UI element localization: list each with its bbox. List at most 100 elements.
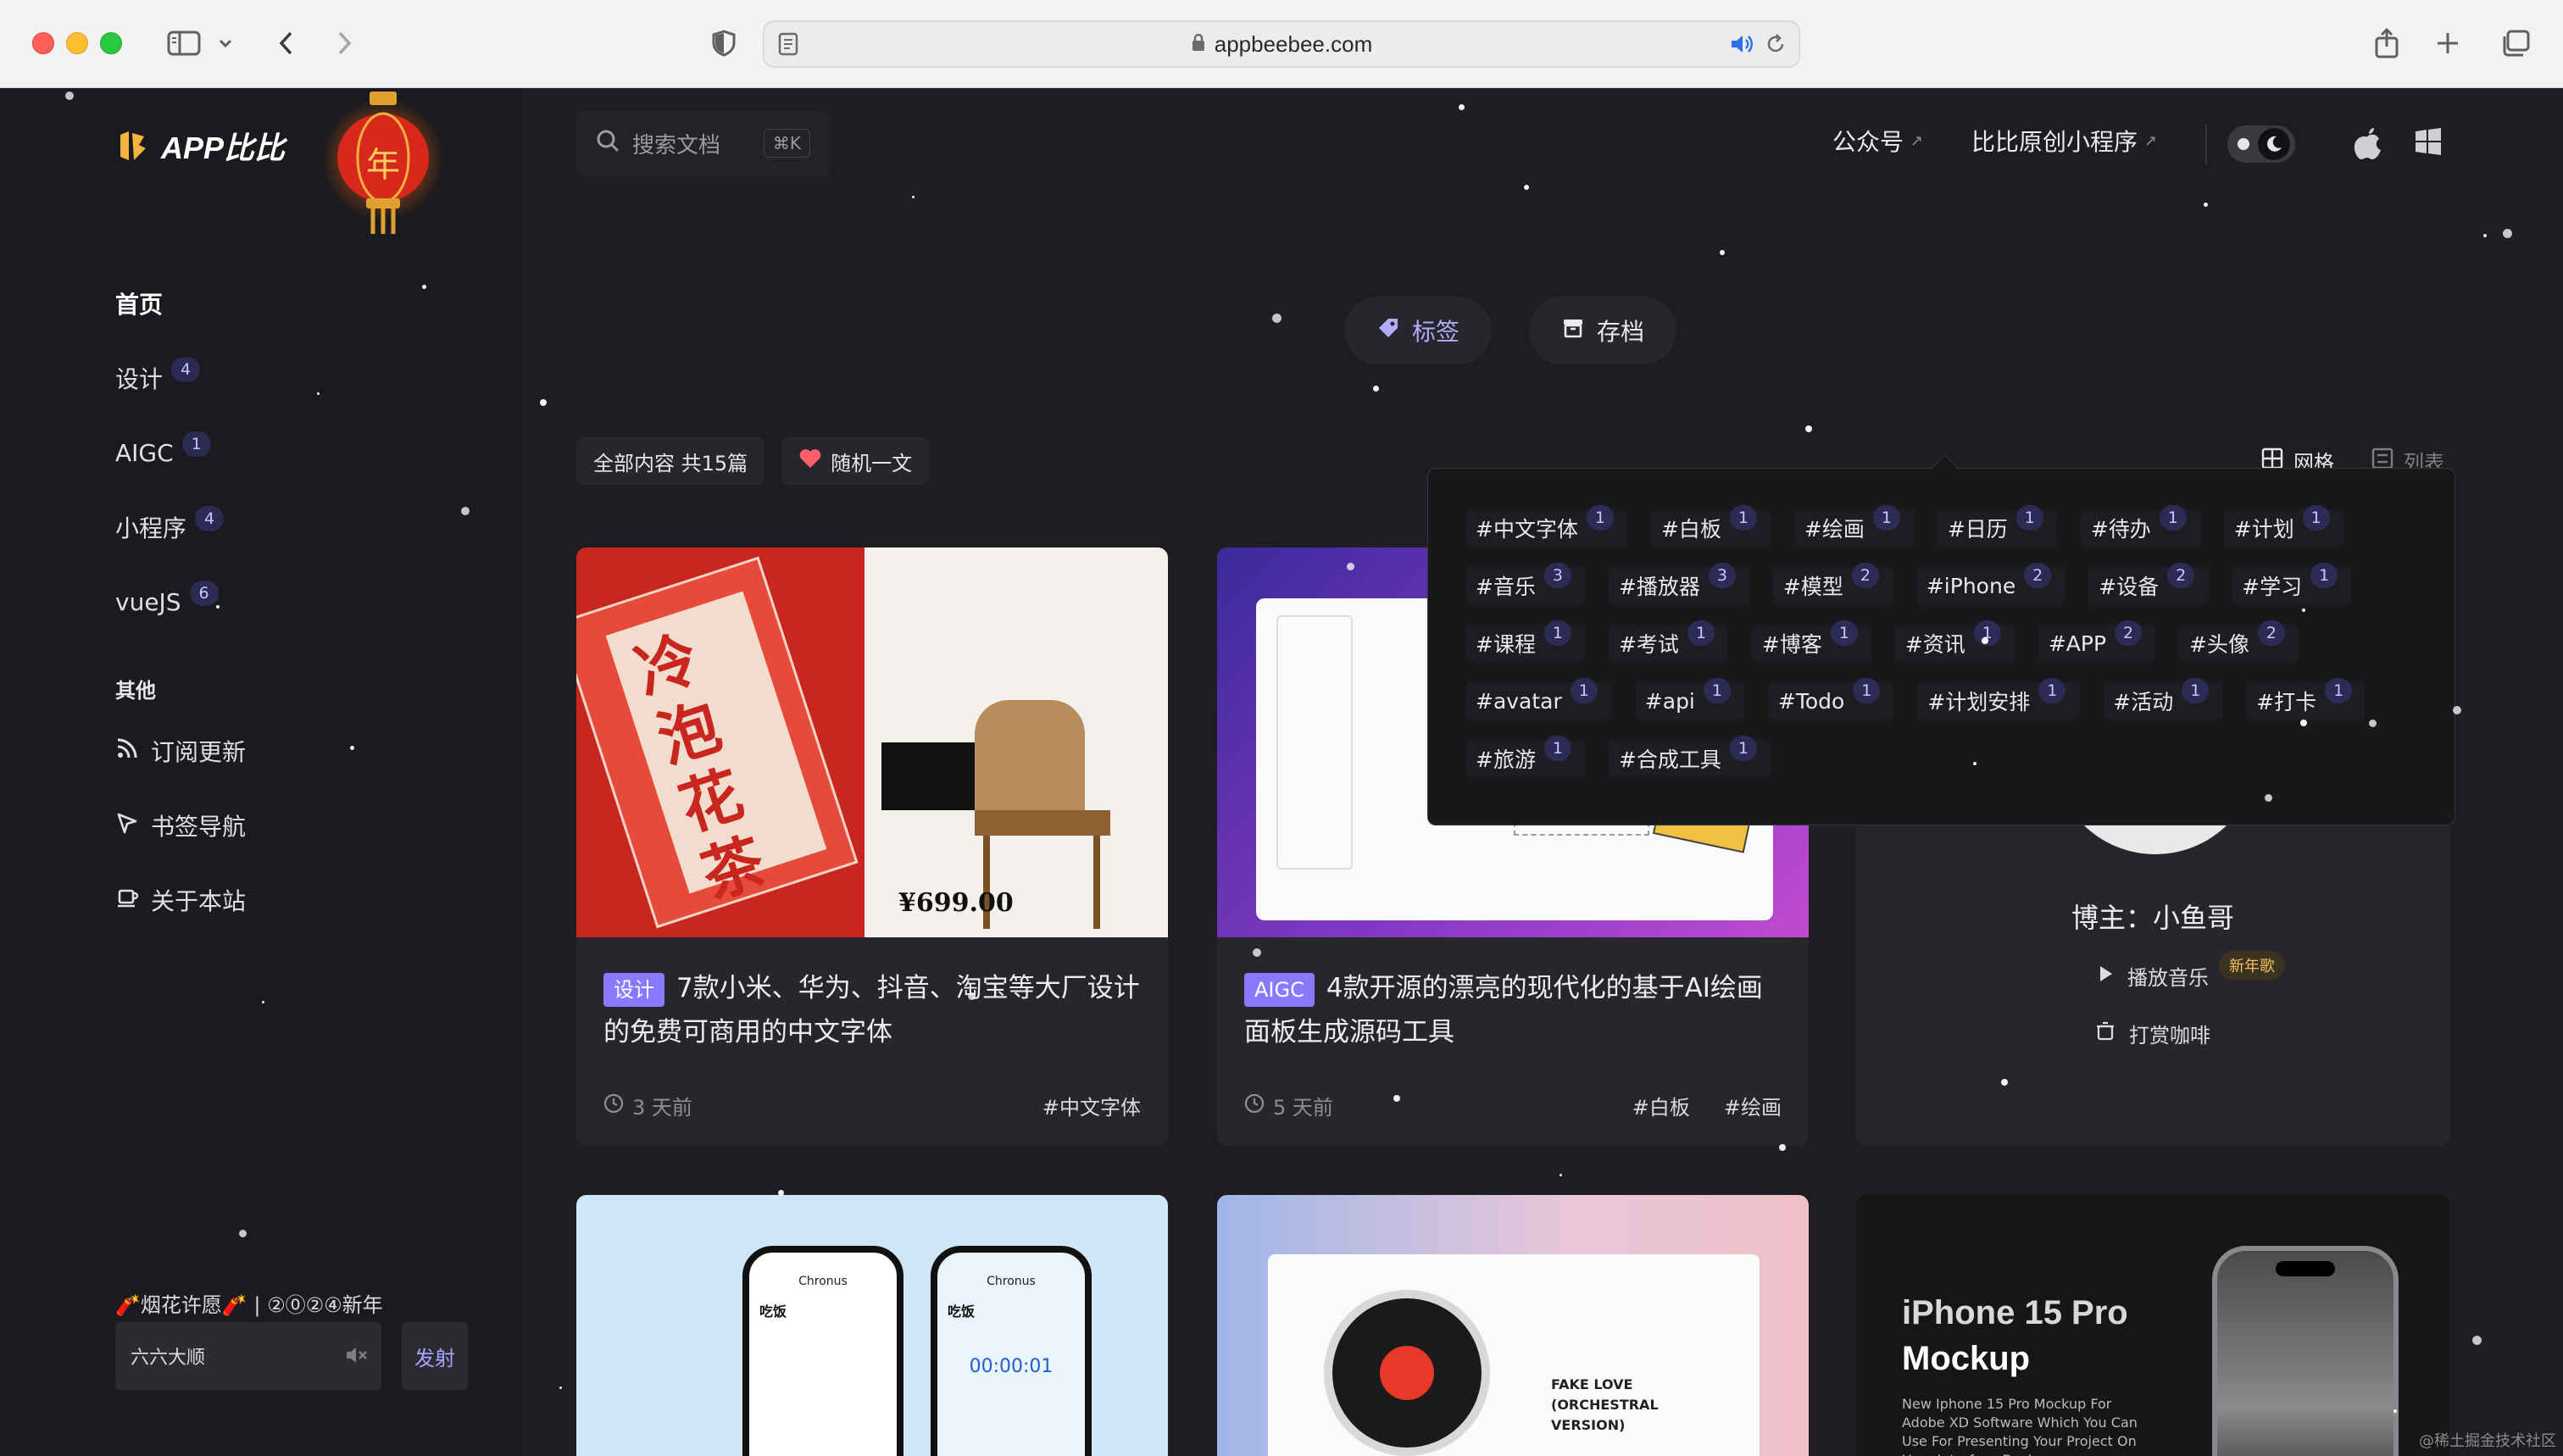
sun-icon: [2238, 138, 2249, 150]
article-card[interactable]: 冷泡花茶 ¥699.00 设计 7款小米、华为、抖音、淘宝等大厂设计的免费可商用的…: [576, 547, 1168, 1146]
main-content: 搜索文档 ⌘K 公众号 ↗ 比比原创小程序 ↗ 标签 存档 全部内容 共15篇: [522, 88, 2563, 1456]
windows-icon[interactable]: [2414, 127, 2443, 159]
address-bar[interactable]: appbeebee.com: [763, 20, 1800, 68]
new-tab-icon[interactable]: [2432, 22, 2463, 64]
tag-count: 1: [2159, 505, 2187, 531]
article-tag-link[interactable]: #绘画: [1724, 1091, 1782, 1120]
chevron-down-icon[interactable]: [215, 22, 236, 64]
tag-name: #Todo: [1777, 688, 1845, 714]
category-badge[interactable]: 设计: [603, 972, 664, 1007]
filter-all-button[interactable]: 全部内容 共15篇: [576, 437, 765, 485]
category-badge[interactable]: AIGC: [1244, 972, 1315, 1007]
tag-chip[interactable]: #头像 2: [2179, 620, 2299, 662]
mute-icon[interactable]: [344, 1344, 370, 1371]
tag-chip[interactable]: #活动 1: [2103, 678, 2223, 720]
tag-name: #设备: [2099, 575, 2160, 599]
tag-chip[interactable]: #中文字体 1: [1465, 505, 1627, 547]
tag-chip[interactable]: #考试 1: [1608, 620, 1728, 662]
sidebar-item-aigc[interactable]: AIGC 1: [115, 415, 471, 490]
tag-chip[interactable]: #待办 1: [2080, 505, 2200, 547]
tag-chip[interactable]: #播放器 3: [1608, 563, 1749, 604]
tag-chip[interactable]: #白板 1: [1650, 505, 1771, 547]
site-logo[interactable]: APP比比: [115, 124, 285, 168]
tag-count: 1: [1687, 620, 1715, 646]
tag-chip[interactable]: #课程 1: [1465, 620, 1585, 662]
tag-name: #模型: [1782, 575, 1843, 599]
tag-chip[interactable]: #旅游 1: [1465, 736, 1585, 777]
sidebar-item-design[interactable]: 设计 4: [115, 341, 471, 415]
send-wish-button[interactable]: 发射: [402, 1322, 468, 1390]
sidebar-toggle-icon[interactable]: [164, 22, 203, 64]
article-title[interactable]: AIGC 4款开源的漂亮的现代化的基于AI绘画面板生成源码工具: [1244, 966, 1782, 1054]
theme-toggle[interactable]: [2227, 125, 2295, 163]
play-music-button[interactable]: 播放音乐: [1856, 961, 2449, 991]
archive-icon: [1561, 316, 1585, 346]
reload-icon[interactable]: [1765, 33, 1787, 58]
tag-chip[interactable]: #合成工具 1: [1608, 736, 1771, 777]
zoom-window-button[interactable]: [100, 32, 122, 54]
tag-chip[interactable]: #音乐 3: [1465, 563, 1585, 604]
sidebar-nav: 首页 设计 4 AIGC 1 小程序 4 vueJS 6 其他 订阅更新 书签导航 关于…: [115, 266, 471, 937]
tag-count: 1: [2015, 505, 2043, 531]
tab-archive[interactable]: 存档: [1529, 297, 1677, 364]
sidebar-item-bookmarks[interactable]: 书签导航: [115, 788, 471, 863]
tag-cloud: #中文字体 1 #白板 1 #绘画 1 #日历 1 #待办 1 #计划 1 #音乐 3 #播放器 3 #模型 2 #…: [1465, 499, 2421, 787]
sidebar-item-subscribe[interactable]: 订阅更新: [115, 714, 471, 788]
sidebar-item-about[interactable]: 关于本站: [115, 863, 471, 937]
tag-chip[interactable]: #打卡 1: [2246, 678, 2366, 720]
tag-chip[interactable]: #学习 1: [2232, 563, 2352, 604]
tag-row: #avatar 1 #api 1 #Todo 1 #计划安排 1 #活动 1 #打卡 1: [1465, 672, 2421, 730]
forward-icon[interactable]: [329, 22, 359, 64]
random-article-button[interactable]: 随机一文: [781, 437, 930, 485]
article-card[interactable]: iPhone 15 Pro Mockup New Iphone 15 Pro M…: [1856, 1195, 2449, 1456]
tag-name: #博客: [1761, 632, 1822, 657]
search-input[interactable]: 搜索文档 ⌘K: [576, 110, 831, 176]
share-icon[interactable]: [2371, 22, 2402, 64]
tag-chip[interactable]: #iPhone 2: [1915, 563, 2065, 604]
filter-bar: 全部内容 共15篇 随机一文: [576, 437, 930, 485]
tag-chip[interactable]: #计划安排 1: [1917, 678, 2080, 720]
speaker-icon[interactable]: [1729, 32, 1754, 59]
tag-chip[interactable]: #Todo 1: [1767, 678, 1894, 720]
article-tag-link[interactable]: #白板: [1632, 1091, 1690, 1120]
snowflake: [539, 398, 547, 406]
close-window-button[interactable]: [32, 32, 54, 54]
tag-name: #活动: [2113, 690, 2174, 714]
nav-link-miniprogram[interactable]: 比比原创小程序 ↗: [1971, 124, 2157, 158]
article-card[interactable]: Chronus 吃饭 Chronus 吃饭 00:00:01: [576, 1195, 1168, 1456]
tag-chip[interactable]: #博客 1: [1751, 620, 1871, 662]
sidebar-item-miniprogram[interactable]: 小程序 4: [115, 490, 471, 564]
tag-chip[interactable]: #avatar 1: [1465, 678, 1611, 720]
minimize-window-button[interactable]: [66, 32, 88, 54]
tag-chip[interactable]: #日历 1: [1937, 505, 2057, 547]
tag-count: 1: [2302, 505, 2330, 531]
privacy-shield-icon[interactable]: [709, 22, 739, 64]
tag-chip[interactable]: #模型 2: [1772, 563, 1893, 604]
apple-icon[interactable]: [2353, 127, 2383, 164]
tag-count: 1: [1729, 505, 1757, 531]
snowflake: [238, 1229, 247, 1237]
tag-chip[interactable]: #api 1: [1634, 678, 1744, 720]
tag-name: #音乐: [1476, 575, 1536, 599]
tag-name: #api: [1644, 688, 1695, 714]
tab-overview-icon[interactable]: [2499, 22, 2532, 64]
tag-chip[interactable]: #资讯 1: [1894, 620, 2015, 662]
article-card[interactable]: FAKE LOVE (ORCHESTRAL VERSION): [1217, 1195, 1809, 1456]
snowflake: [2300, 719, 2308, 726]
wish-input[interactable]: 六六大顺: [115, 1322, 381, 1390]
donate-coffee-button[interactable]: 打赏咖啡: [1856, 1019, 2449, 1048]
nav-link-wechat[interactable]: 公众号 ↗: [1832, 124, 1923, 158]
article-tag-link[interactable]: #中文字体: [1042, 1091, 1141, 1120]
article-title[interactable]: 设计 7款小米、华为、抖音、淘宝等大厂设计的免费可商用的中文字体: [603, 966, 1141, 1054]
tab-tags[interactable]: 标签: [1344, 297, 1493, 364]
phone-mockup: Chronus 吃饭: [742, 1246, 903, 1456]
tag-chip[interactable]: #绘画 1: [1793, 505, 1914, 547]
sidebar-item-home[interactable]: 首页: [115, 266, 471, 341]
phone-mockup: [2212, 1246, 2399, 1456]
back-icon[interactable]: [271, 22, 302, 64]
sidebar-item-vuejs[interactable]: vueJS 6: [115, 564, 471, 639]
tag-chip[interactable]: #设备 2: [2088, 563, 2209, 604]
tag-count: 2: [2257, 620, 2285, 646]
tag-chip[interactable]: #APP 2: [2038, 620, 2156, 662]
tag-chip[interactable]: #计划 1: [2223, 505, 2343, 547]
